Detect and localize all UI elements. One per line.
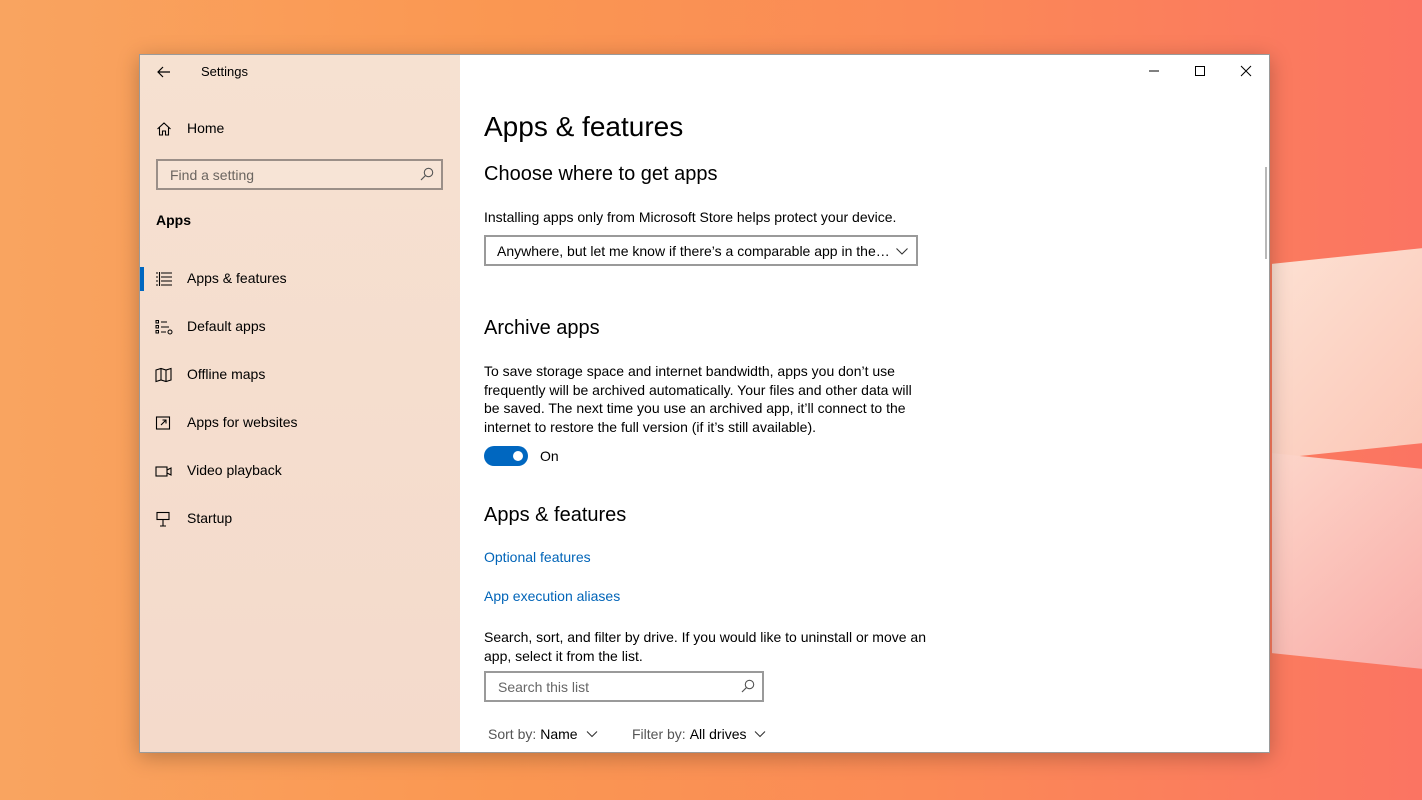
find-setting-input[interactable] (168, 166, 412, 184)
search-list-description: Search, sort, and filter by drive. If yo… (484, 629, 926, 664)
sidebar-item-label: Default apps (187, 318, 266, 334)
sidebar-item-label: Offline maps (187, 366, 266, 382)
close-icon (1240, 65, 1252, 77)
sort-by-dropdown[interactable]: Sort by: Name (488, 726, 598, 742)
toggle-knob (513, 451, 523, 461)
find-setting-search-box[interactable] (156, 159, 443, 190)
maximize-button[interactable] (1177, 55, 1223, 87)
search-icon[interactable] (420, 167, 434, 181)
sidebar-item-label: Apps & features (187, 270, 287, 286)
chevron-down-icon (896, 248, 908, 255)
sidebar-item-apps-for-websites[interactable]: Apps for websites (140, 403, 460, 443)
back-button[interactable] (150, 59, 178, 85)
sidebar-item-default-apps[interactable]: Default apps (140, 307, 460, 347)
default-apps-icon (155, 320, 173, 335)
search-apps-box[interactable] (484, 671, 764, 702)
home-icon (157, 122, 171, 136)
toggle-state-label: On (540, 448, 559, 464)
section-heading-apps-features: Apps & features (484, 504, 627, 526)
chevron-down-icon (586, 731, 597, 738)
sidebar-item-label: Apps for websites (187, 414, 298, 430)
open-external-icon (155, 416, 171, 430)
sort-by-value: Name (540, 726, 578, 742)
archive-apps-toggle[interactable] (484, 446, 528, 466)
sidebar: Settings Home Apps Apps & features (140, 55, 460, 752)
startup-icon (156, 511, 170, 527)
desktop-wallpaper-shape (1272, 246, 1422, 459)
app-execution-aliases-link[interactable]: App execution aliases (484, 588, 620, 604)
desktop-wallpaper-shape (1272, 453, 1422, 671)
back-arrow-icon (157, 66, 170, 78)
window-title: Settings (201, 64, 248, 79)
map-icon (155, 367, 172, 383)
sidebar-item-offline-maps[interactable]: Offline maps (140, 355, 460, 395)
section-heading-choose-apps: Choose where to get apps (484, 163, 718, 185)
filter-by-dropdown[interactable]: Filter by: All drives (632, 726, 766, 742)
archive-apps-description: To save storage space and internet bandw… (484, 363, 912, 435)
filter-by-label: Filter by: (632, 726, 686, 742)
sidebar-item-apps-features[interactable]: Apps & features (140, 259, 460, 299)
close-button[interactable] (1223, 55, 1269, 87)
section-heading-archive-apps: Archive apps (484, 317, 600, 339)
minimize-icon (1149, 70, 1159, 72)
sidebar-item-video-playback[interactable]: Video playback (140, 451, 460, 491)
page-title: Apps & features (484, 111, 684, 142)
sidebar-item-home[interactable]: Home (140, 113, 460, 145)
search-icon[interactable] (741, 679, 755, 693)
maximize-icon (1195, 66, 1205, 76)
sort-by-label: Sort by: (488, 726, 537, 742)
dropdown-selected-value: Anywhere, but let me know if there’s a c… (497, 243, 890, 259)
sidebar-item-label: Video playback (187, 462, 282, 478)
list-icon (156, 272, 172, 286)
choose-apps-description: Installing apps only from Microsoft Stor… (484, 209, 897, 225)
filter-by-value: All drives (689, 726, 747, 742)
sidebar-item-label: Startup (187, 510, 233, 526)
search-apps-input[interactable] (496, 678, 730, 696)
settings-window: Settings Home Apps Apps & features (139, 54, 1270, 753)
app-source-dropdown[interactable]: Anywhere, but let me know if there’s a c… (484, 235, 918, 266)
window-controls (1131, 55, 1269, 87)
video-icon (155, 466, 172, 477)
optional-features-link[interactable]: Optional features (484, 549, 591, 565)
chevron-down-icon (755, 731, 766, 738)
title-bar: Settings (140, 55, 460, 89)
main-content: Apps & features Choose where to get apps… (460, 55, 1269, 752)
minimize-button[interactable] (1131, 55, 1177, 87)
sidebar-section-label: Apps (156, 212, 191, 228)
sidebar-item-label: Home (187, 120, 225, 136)
sidebar-item-startup[interactable]: Startup (140, 499, 460, 539)
scrollbar-thumb[interactable] (1265, 167, 1267, 259)
